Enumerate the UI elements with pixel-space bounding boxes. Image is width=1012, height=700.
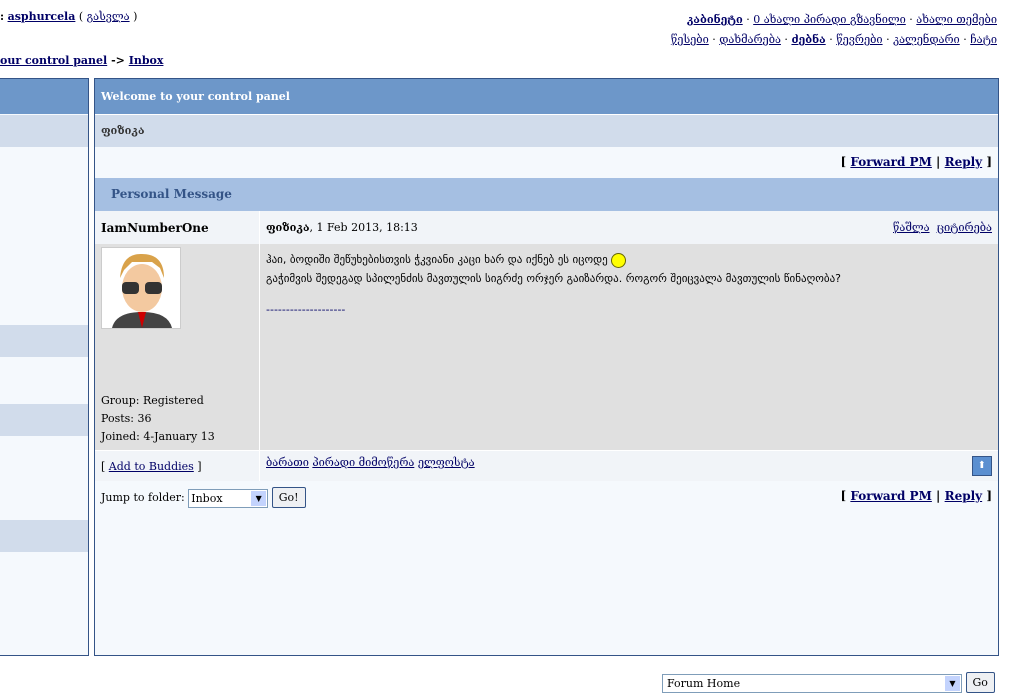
left-sidebar [0, 78, 89, 656]
forward-pm-link[interactable]: Forward PM [850, 155, 932, 169]
reply-link[interactable]: Reply [945, 155, 983, 169]
nav-search[interactable]: ძებნა [791, 33, 825, 46]
message-line-2: გაჭიმვის შედეგად სპილენძის მავთულის სიგრ… [266, 272, 841, 285]
nav-calendar[interactable]: კალენდარი [893, 33, 960, 46]
message-subject-header: ფიზიკა [95, 115, 998, 147]
pm-actions-bottom: [ Forward PM | Reply ] [840, 489, 992, 503]
message-table: IamNumberOne ფიზიკა, 1 Feb 2013, 18:13 წ… [95, 211, 998, 481]
message-subject: ფიზიკა [266, 221, 310, 234]
profile-card-link[interactable]: ბარათი [266, 456, 309, 469]
message-date: , 1 Feb 2013, 18:13 [309, 221, 418, 234]
nav-rules[interactable]: წესები [671, 33, 709, 46]
folder-bar: Jump to folder: Inbox ▼ Go! [ Forward PM … [95, 481, 998, 514]
breadcrumb-control-panel[interactable]: our control panel [0, 54, 107, 67]
username-link[interactable]: asphurcela [8, 10, 76, 23]
smiley-icon [611, 252, 627, 268]
forum-go-button[interactable]: Go [965, 672, 995, 693]
author-joined: Joined: 4-January 13 [101, 430, 215, 443]
nav-chat[interactable]: ჩატი [970, 33, 997, 46]
add-to-buddies-link[interactable]: Add to Buddies [109, 460, 194, 473]
scroll-top-button[interactable]: ⬆ [972, 456, 992, 476]
email-link[interactable]: ელფოსტა [418, 456, 475, 469]
forum-select-value: Forum Home [667, 676, 741, 690]
signature-divider: -------------------- [266, 303, 346, 316]
breadcrumb: our control panel -> Inbox [0, 54, 163, 67]
go-folder-button[interactable]: Go! [271, 487, 306, 508]
forum-select[interactable]: Forum Home ▼ [662, 673, 962, 693]
top-nav: კაბინეტი · 0 ახალი პირადი გზავნილი · ახა… [670, 13, 997, 46]
user-prefix: : [0, 10, 5, 23]
forward-pm-link-bottom[interactable]: Forward PM [850, 489, 932, 503]
nav-help[interactable]: დახმარება [719, 33, 781, 46]
user-bar: : asphurcela ( გასვლა ) [0, 10, 138, 23]
private-message-link[interactable]: პირადი მიმოწერა [312, 456, 414, 469]
folder-select-value: Inbox [191, 491, 223, 505]
panel-header: Welcome to your control panel [95, 79, 998, 115]
breadcrumb-inbox[interactable]: Inbox [129, 54, 164, 67]
chevron-down-icon: ▼ [251, 490, 267, 506]
chevron-down-icon: ▼ [945, 675, 960, 691]
control-panel: Welcome to your control panel ფიზიკა [ F… [94, 78, 999, 656]
author-group: Group: Registered [101, 394, 204, 407]
reply-link-bottom[interactable]: Reply [945, 489, 983, 503]
nav-cabinet[interactable]: კაბინეტი [687, 13, 743, 26]
sidebar-section [0, 325, 88, 357]
author-name: IamNumberOne [101, 220, 209, 235]
jump-to-folder-label: Jump to folder: [101, 491, 185, 504]
sidebar-section [0, 115, 88, 147]
sidebar-header [0, 79, 88, 114]
quote-link[interactable]: ციტირება [937, 221, 992, 234]
sidebar-section [0, 520, 88, 552]
delete-link[interactable]: წაშლა [893, 221, 930, 234]
pm-actions-top: [ Forward PM | Reply ] [840, 155, 992, 169]
author-posts: Posts: 36 [101, 412, 152, 425]
avatar [101, 247, 181, 329]
breadcrumb-sep: -> [111, 54, 125, 67]
nav-members[interactable]: წევრები [836, 33, 882, 46]
sidebar-section [0, 404, 88, 436]
logout-link[interactable]: გასვლა [87, 10, 130, 23]
nav-new-topics[interactable]: ახალი თემები [916, 13, 997, 26]
forum-jump: Forum Home ▼ Go [662, 672, 995, 693]
nav-new-pm[interactable]: 0 ახალი პირადი გზავნილი [753, 13, 906, 26]
pm-title: Personal Message [95, 178, 998, 211]
message-line-1: ჰაი, ბოდიში შეწუხებისთვის ჭკვიანი კაცი ხ… [266, 253, 608, 266]
folder-select[interactable]: Inbox ▼ [188, 488, 269, 508]
